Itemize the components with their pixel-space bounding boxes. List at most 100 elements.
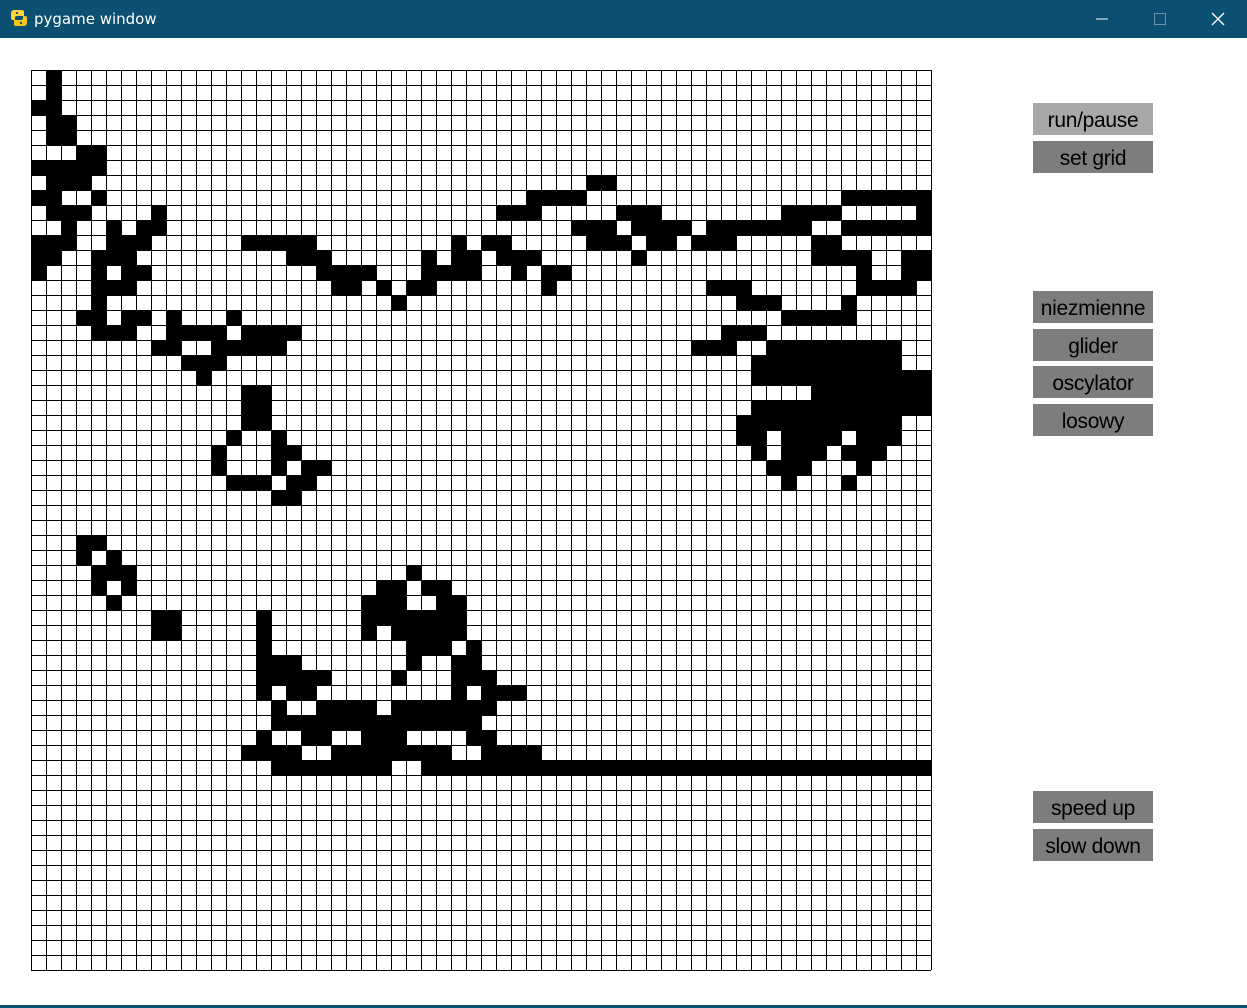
alive-cell[interactable]: [631, 220, 646, 235]
alive-cell[interactable]: [916, 760, 931, 775]
alive-cell[interactable]: [211, 445, 226, 460]
alive-cell[interactable]: [661, 220, 676, 235]
alive-cell[interactable]: [106, 235, 121, 250]
alive-cell[interactable]: [346, 280, 361, 295]
alive-cell[interactable]: [496, 745, 511, 760]
alive-cell[interactable]: [436, 640, 451, 655]
alive-cell[interactable]: [916, 250, 931, 265]
alive-cell[interactable]: [856, 400, 871, 415]
alive-cell[interactable]: [781, 760, 796, 775]
alive-cell[interactable]: [781, 205, 796, 220]
alive-cell[interactable]: [796, 445, 811, 460]
alive-cell[interactable]: [886, 340, 901, 355]
alive-cell[interactable]: [256, 340, 271, 355]
alive-cell[interactable]: [811, 205, 826, 220]
alive-cell[interactable]: [631, 250, 646, 265]
alive-cell[interactable]: [271, 655, 286, 670]
alive-cell[interactable]: [691, 760, 706, 775]
alive-cell[interactable]: [271, 760, 286, 775]
alive-cell[interactable]: [466, 655, 481, 670]
alive-cell[interactable]: [76, 535, 91, 550]
alive-cell[interactable]: [346, 715, 361, 730]
alive-cell[interactable]: [586, 220, 601, 235]
alive-cell[interactable]: [886, 400, 901, 415]
alive-cell[interactable]: [31, 250, 46, 265]
alive-cell[interactable]: [136, 310, 151, 325]
alive-cell[interactable]: [886, 280, 901, 295]
alive-cell[interactable]: [766, 760, 781, 775]
alive-cell[interactable]: [436, 610, 451, 625]
alive-cell[interactable]: [46, 205, 61, 220]
alive-cell[interactable]: [226, 340, 241, 355]
alive-cell[interactable]: [256, 745, 271, 760]
alive-cell[interactable]: [151, 340, 166, 355]
alive-cell[interactable]: [451, 250, 466, 265]
alive-cell[interactable]: [856, 760, 871, 775]
alive-cell[interactable]: [751, 400, 766, 415]
alive-cell[interactable]: [466, 640, 481, 655]
alive-cell[interactable]: [106, 550, 121, 565]
set-grid-button[interactable]: set grid: [1033, 141, 1153, 173]
alive-cell[interactable]: [811, 445, 826, 460]
alive-cell[interactable]: [496, 205, 511, 220]
alive-cell[interactable]: [826, 340, 841, 355]
alive-cell[interactable]: [496, 685, 511, 700]
alive-cell[interactable]: [46, 70, 61, 85]
alive-cell[interactable]: [136, 265, 151, 280]
alive-cell[interactable]: [181, 325, 196, 340]
alive-cell[interactable]: [481, 745, 496, 760]
alive-cell[interactable]: [241, 400, 256, 415]
alive-cell[interactable]: [721, 280, 736, 295]
alive-cell[interactable]: [421, 625, 436, 640]
alive-cell[interactable]: [256, 475, 271, 490]
alive-cell[interactable]: [301, 685, 316, 700]
alive-cell[interactable]: [391, 715, 406, 730]
alive-cell[interactable]: [241, 325, 256, 340]
oscillator-pattern-button[interactable]: oscylator: [1033, 366, 1153, 398]
alive-cell[interactable]: [646, 220, 661, 235]
alive-cell[interactable]: [751, 760, 766, 775]
alive-cell[interactable]: [301, 250, 316, 265]
alive-cell[interactable]: [271, 445, 286, 460]
alive-cell[interactable]: [466, 760, 481, 775]
alive-cell[interactable]: [256, 400, 271, 415]
alive-cell[interactable]: [301, 460, 316, 475]
alive-cell[interactable]: [466, 670, 481, 685]
alive-cell[interactable]: [721, 325, 736, 340]
alive-cell[interactable]: [541, 190, 556, 205]
alive-cell[interactable]: [241, 415, 256, 430]
alive-cell[interactable]: [511, 265, 526, 280]
alive-cell[interactable]: [811, 250, 826, 265]
alive-cell[interactable]: [871, 370, 886, 385]
alive-cell[interactable]: [256, 730, 271, 745]
alive-cell[interactable]: [871, 340, 886, 355]
alive-cell[interactable]: [811, 355, 826, 370]
alive-cell[interactable]: [811, 340, 826, 355]
alive-cell[interactable]: [46, 100, 61, 115]
alive-cell[interactable]: [796, 340, 811, 355]
alive-cell[interactable]: [841, 385, 856, 400]
alive-cell[interactable]: [631, 760, 646, 775]
alive-cell[interactable]: [361, 700, 376, 715]
alive-cell[interactable]: [736, 280, 751, 295]
alive-cell[interactable]: [256, 235, 271, 250]
alive-cell[interactable]: [361, 595, 376, 610]
alive-cell[interactable]: [166, 310, 181, 325]
alive-cell[interactable]: [286, 475, 301, 490]
alive-cell[interactable]: [166, 325, 181, 340]
alive-cell[interactable]: [286, 235, 301, 250]
alive-cell[interactable]: [61, 160, 76, 175]
alive-cell[interactable]: [826, 235, 841, 250]
alive-cell[interactable]: [181, 355, 196, 370]
alive-cell[interactable]: [526, 745, 541, 760]
alive-cell[interactable]: [421, 580, 436, 595]
alive-cell[interactable]: [781, 400, 796, 415]
alive-cell[interactable]: [856, 415, 871, 430]
alive-cell[interactable]: [301, 760, 316, 775]
alive-cell[interactable]: [196, 355, 211, 370]
alive-cell[interactable]: [121, 250, 136, 265]
alive-cell[interactable]: [721, 220, 736, 235]
alive-cell[interactable]: [151, 625, 166, 640]
alive-cell[interactable]: [916, 205, 931, 220]
alive-cell[interactable]: [796, 760, 811, 775]
